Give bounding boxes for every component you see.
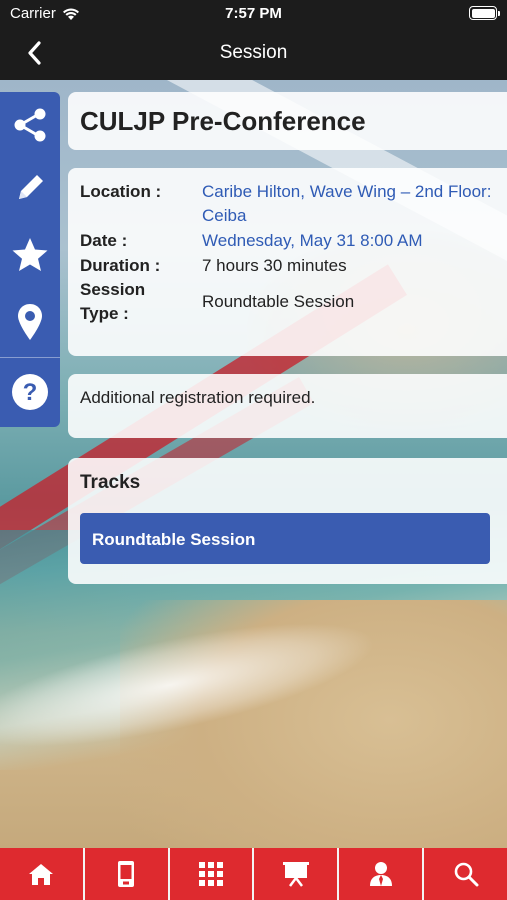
date-link[interactable]: Wednesday, May 31 8:00 AM bbox=[202, 229, 502, 253]
presentation-board-icon bbox=[282, 862, 309, 887]
duration-label: Duration : bbox=[80, 256, 161, 275]
track-button[interactable]: Roundtable Session bbox=[80, 513, 490, 564]
bottom-tab-bar bbox=[0, 848, 507, 900]
location-link[interactable]: Caribe Hilton, Wave Wing – 2nd Floor: Ce… bbox=[202, 180, 502, 228]
type-value: Roundtable Session bbox=[202, 292, 355, 311]
type-label: Session Type : bbox=[80, 280, 146, 323]
navigation-bar: Session bbox=[0, 28, 507, 80]
location-pin-icon bbox=[18, 304, 42, 340]
mobile-icon bbox=[118, 861, 135, 887]
help-icon: ? bbox=[12, 374, 48, 410]
action-sidebar: ? bbox=[0, 92, 60, 427]
notes-button[interactable] bbox=[0, 158, 60, 218]
page-title: Session bbox=[219, 42, 288, 63]
search-icon bbox=[454, 862, 479, 887]
session-info-card: Location : Caribe Hilton, Wave Wing – 2n… bbox=[68, 168, 507, 356]
date-label: Date : bbox=[80, 231, 128, 250]
session-title: CULJP Pre-Conference bbox=[80, 106, 366, 136]
tab-mobile[interactable] bbox=[85, 848, 170, 900]
tab-speakers[interactable] bbox=[339, 848, 425, 900]
status-bar: Carrier 7:57 PM bbox=[0, 0, 507, 28]
tracks-card: Tracks Roundtable Session bbox=[68, 458, 507, 584]
tracks-header: Tracks bbox=[80, 472, 141, 493]
tab-grid[interactable] bbox=[170, 848, 255, 900]
tab-search[interactable] bbox=[424, 848, 507, 900]
battery-icon bbox=[469, 6, 500, 20]
duration-value: 7 hours 30 minutes bbox=[202, 256, 347, 275]
svg-text:?: ? bbox=[23, 379, 38, 406]
top-bar: Carrier 7:57 PM Session bbox=[0, 0, 507, 80]
home-icon bbox=[29, 864, 54, 885]
speaker-icon bbox=[369, 862, 392, 886]
share-icon bbox=[14, 108, 46, 142]
registration-notice-card: Additional registration required. bbox=[68, 374, 507, 438]
favorite-button[interactable] bbox=[0, 225, 60, 285]
star-icon bbox=[12, 238, 48, 271]
pencil-icon bbox=[19, 175, 43, 199]
tab-presentations[interactable] bbox=[254, 848, 340, 900]
tab-home[interactable] bbox=[0, 848, 85, 900]
status-time: 7:57 PM bbox=[225, 5, 282, 22]
grid-icon bbox=[199, 862, 224, 886]
location-label: Location : bbox=[80, 182, 162, 201]
registration-notice: Additional registration required. bbox=[80, 388, 316, 407]
share-button[interactable] bbox=[0, 95, 60, 155]
help-button[interactable]: ? bbox=[0, 362, 60, 422]
session-title-card: CULJP Pre-Conference bbox=[68, 92, 507, 150]
location-button[interactable] bbox=[0, 292, 60, 352]
